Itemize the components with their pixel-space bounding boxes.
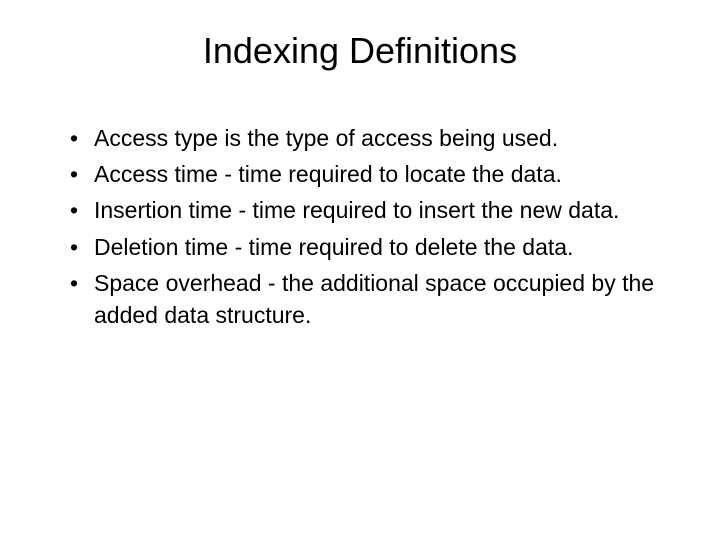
list-item: Space overhead - the additional space oc… — [70, 267, 670, 331]
list-item: Access time - time required to locate th… — [70, 158, 670, 190]
bullet-list: Access type is the type of access being … — [50, 122, 670, 331]
slide-title: Indexing Definitions — [50, 30, 670, 72]
list-item: Deletion time - time required to delete … — [70, 231, 670, 263]
list-item: Insertion time - time required to insert… — [70, 194, 670, 226]
list-item: Access type is the type of access being … — [70, 122, 670, 154]
